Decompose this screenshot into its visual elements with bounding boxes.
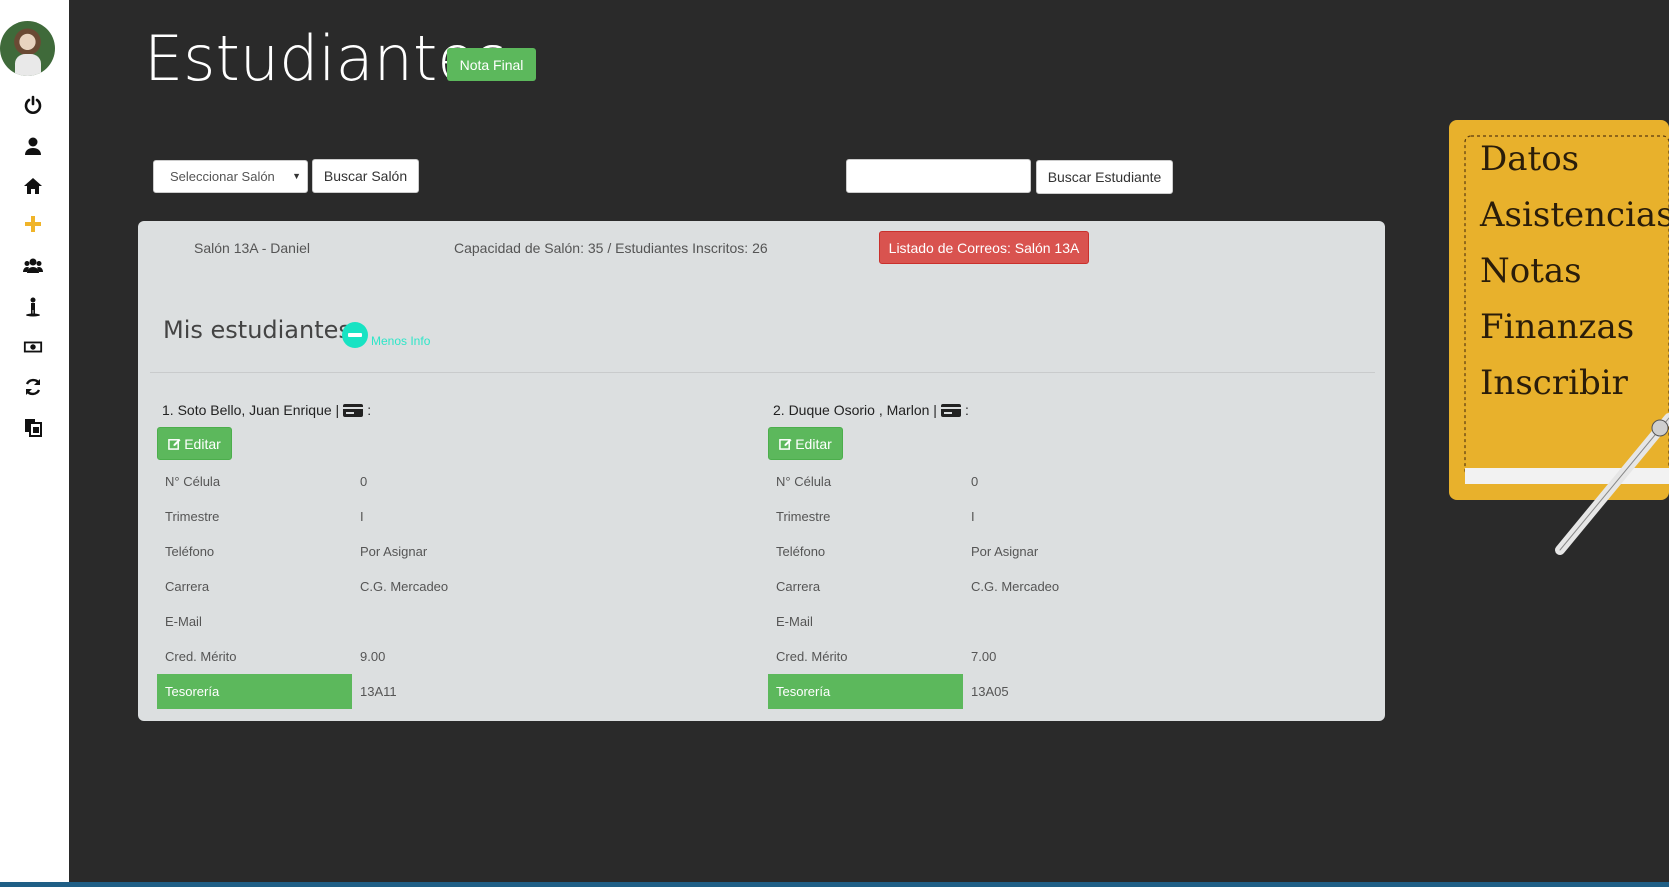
field-label: Cred. Mérito (165, 649, 237, 664)
notepad-item[interactable]: Asistencias (1479, 195, 1669, 235)
table-row: E-Mail (768, 604, 1348, 639)
table-row: Cred. Mérito 9.00 (157, 639, 737, 674)
capacity-text: Capacidad de Salón: 35 / Estudiantes Ins… (454, 240, 768, 256)
student-info-table: N° Célula 0 Trimestre I Teléfono Por Asigna… (768, 464, 1348, 709)
table-row: Teléfono Por Asignar (157, 534, 737, 569)
field-value: 13A05 (971, 684, 1009, 699)
table-row: N° Célula 0 (157, 464, 737, 499)
table-row: Carrera C.G. Mercadeo (768, 569, 1348, 604)
field-value: I (360, 509, 364, 524)
table-row: Trimestre I (768, 499, 1348, 534)
correos-button[interactable]: Listado de Correos: Salón 13A (879, 231, 1089, 264)
student-name-row: 2. Duque Osorio , Marlon | : (773, 399, 1348, 421)
students-panel: Salón 13A - Daniel Capacidad de Salón: 3… (138, 221, 1385, 721)
field-label: Trimestre (165, 509, 220, 524)
credit-card-icon (343, 403, 364, 417)
notepad-item[interactable]: Inscribir (1480, 363, 1629, 403)
student-name: 2. Duque Osorio , Marlon | (773, 402, 937, 418)
edit-label: Editar (795, 435, 832, 452)
field-label: N° Célula (776, 474, 832, 489)
table-row: Trimestre I (157, 499, 737, 534)
field-value: I (971, 509, 975, 524)
table-row: N° Célula 0 (768, 464, 1348, 499)
buscar-estudiante-button[interactable]: Buscar Estudiante (1036, 160, 1173, 194)
field-label: Trimestre (776, 509, 831, 524)
edit-icon (779, 438, 792, 450)
field-label: N° Célula (165, 474, 221, 489)
plus-icon[interactable] (20, 211, 46, 237)
edit-button[interactable]: Editar (157, 427, 232, 460)
notepad-item[interactable]: Notas (1480, 251, 1582, 291)
bottom-strip (0, 882, 1669, 887)
field-label: Tesorería (157, 674, 352, 709)
field-value: 13A11 (360, 684, 397, 699)
money-icon[interactable] (20, 334, 46, 360)
field-label: Teléfono (776, 544, 826, 559)
divider (150, 372, 1375, 373)
table-row: Tesorería 13A11 (157, 674, 737, 709)
field-value: C.G. Mercadeo (971, 579, 1060, 594)
minus-circle-icon[interactable] (342, 322, 368, 348)
field-value: 0 (971, 474, 979, 489)
edit-button[interactable]: Editar (768, 427, 843, 460)
edit-label: Editar (184, 435, 221, 452)
table-row: Teléfono Por Asignar (768, 534, 1348, 569)
student-search-input[interactable] (846, 159, 1031, 193)
table-row: Cred. Mérito 7.00 (768, 639, 1348, 674)
buscar-salon-button[interactable]: Buscar Salón (312, 159, 419, 193)
field-value: C.G. Mercadeo (360, 579, 449, 594)
user-icon[interactable] (20, 133, 46, 159)
salon-name: Salón 13A - Daniel (194, 240, 310, 256)
notepad-menu: Datos Asistencias Notas Finanzas Inscribir (1449, 120, 1669, 555)
users-icon[interactable] (20, 253, 46, 279)
avatar[interactable] (0, 21, 55, 76)
card-suffix: : (367, 402, 372, 418)
field-value (963, 604, 1348, 639)
sidebar (0, 0, 69, 882)
field-label: Carrera (165, 579, 210, 594)
field-value: Por Asignar (360, 544, 428, 559)
notepad-item[interactable]: Finanzas (1480, 307, 1634, 347)
power-icon[interactable] (20, 92, 46, 118)
student-name-row: 1. Soto Bello, Juan Enrique | : (162, 399, 737, 421)
home-icon[interactable] (20, 173, 46, 199)
refresh-icon[interactable] (20, 374, 46, 400)
files-icon[interactable] (20, 414, 46, 440)
field-value: 7.00 (971, 649, 997, 664)
credit-card-icon (940, 403, 961, 417)
field-label: Teléfono (165, 544, 215, 559)
table-row: Carrera C.G. Mercadeo (157, 569, 737, 604)
chevron-down-icon: ▼ (292, 171, 301, 181)
field-value (352, 604, 737, 639)
student-name: 1. Soto Bello, Juan Enrique | (162, 402, 340, 418)
field-value: Por Asignar (971, 544, 1039, 559)
field-label: Tesorería (768, 674, 963, 709)
salon-select[interactable]: Seleccionar Salón ▼ (153, 160, 308, 193)
nota-final-button[interactable]: Nota Final (447, 48, 536, 81)
student-card: 2. Duque Osorio , Marlon | : Editar N° C… (768, 399, 1348, 709)
salon-select-value: Seleccionar Salón (170, 169, 275, 184)
field-value: 9.00 (360, 649, 386, 664)
notepad-item[interactable]: Datos (1480, 139, 1579, 179)
card-suffix: : (964, 402, 969, 418)
field-value: 0 (360, 474, 368, 489)
student-card: 1. Soto Bello, Juan Enrique | : Editar N… (157, 399, 737, 709)
field-label: Carrera (776, 579, 821, 594)
edit-icon (168, 438, 181, 450)
field-label: E-Mail (776, 614, 813, 629)
field-label: Cred. Mérito (776, 649, 848, 664)
table-row: Tesorería 13A05 (768, 674, 1348, 709)
less-info-link[interactable]: Menos Info (371, 334, 430, 348)
section-title: Mis estudiantes (163, 316, 351, 344)
table-row: E-Mail (157, 604, 737, 639)
child-icon[interactable] (20, 294, 46, 320)
student-info-table: N° Célula 0 Trimestre I Teléfono Por Asigna… (157, 464, 737, 709)
field-label: E-Mail (165, 614, 202, 629)
